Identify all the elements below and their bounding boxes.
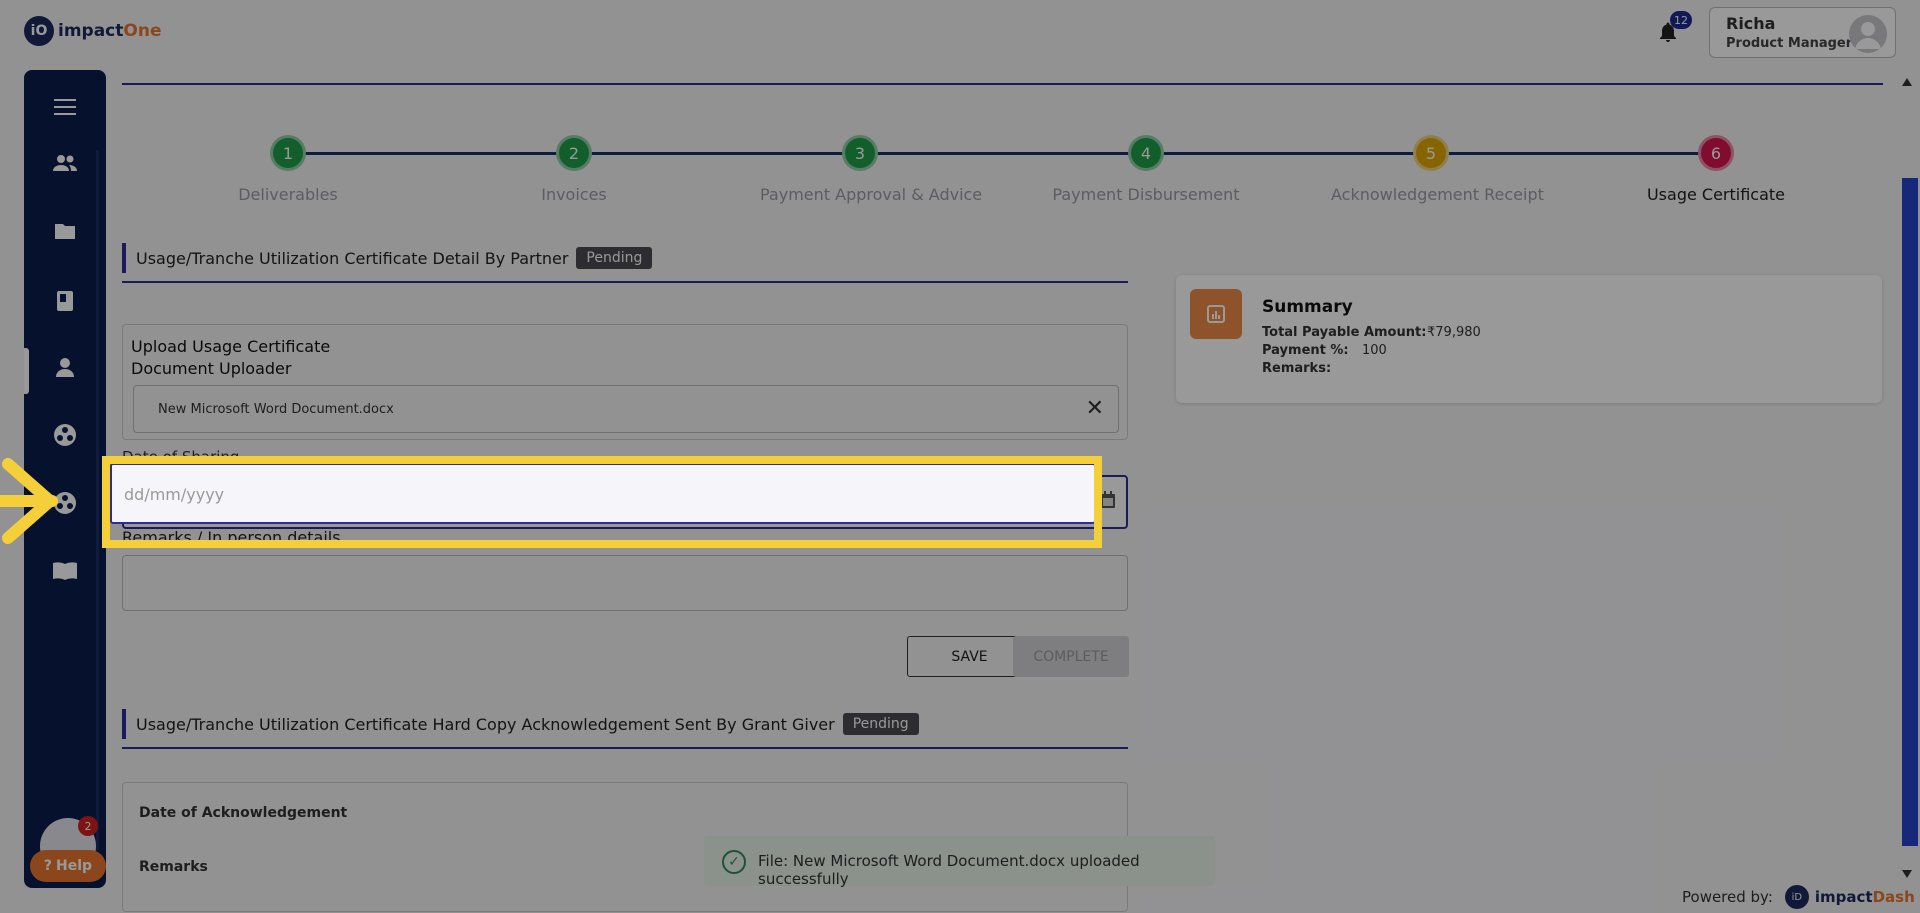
avatar (1849, 15, 1887, 53)
summary-title: Summary (1262, 297, 1353, 317)
scroll-thumb[interactable] (1902, 178, 1918, 846)
uploader-label: Document Uploader (131, 359, 292, 378)
step-label: Payment Disbursement (1052, 185, 1240, 204)
person-icon[interactable] (50, 354, 80, 380)
step-6[interactable]: 6 Usage Certificate (1616, 135, 1816, 204)
check-icon: ✓ (722, 850, 746, 874)
sidebar-active-indicator (24, 348, 29, 394)
upload-panel: Upload Usage Certificate Document Upload… (122, 324, 1128, 440)
step-number: 1 (270, 135, 306, 171)
summary-total: Total Payable Amount:₹79,980 (1262, 325, 1481, 340)
step-number: 5 (1413, 135, 1449, 171)
step-label: Acknowledgement Receipt (1331, 185, 1544, 204)
sidebar-scrollbar[interactable] (96, 150, 99, 850)
step-number: 4 (1128, 135, 1164, 171)
hub-icon[interactable] (50, 422, 80, 448)
section-underline (122, 747, 1128, 749)
status-badge: Pending (576, 247, 653, 269)
book-icon[interactable] (50, 288, 80, 314)
step-4[interactable]: 4 Payment Disbursement (1046, 135, 1246, 204)
user-name: Richa (1726, 14, 1776, 33)
acknowledgement-remarks-label: Remarks (139, 859, 208, 875)
top-divider (122, 83, 1883, 85)
help-button[interactable]: ? Help (30, 850, 106, 882)
logo-text: impactOne (58, 21, 162, 41)
folder-icon[interactable] (50, 218, 80, 244)
impactdash-brand: impactDash (1814, 888, 1915, 906)
scroll-down-icon (1902, 870, 1912, 878)
summary-card: Summary Total Payable Amount:₹79,980 Pay… (1176, 275, 1882, 403)
notification-badge: 12 (1670, 11, 1692, 29)
manual-icon[interactable] (50, 558, 80, 584)
summary-remarks: Remarks: (1262, 361, 1332, 376)
step-number: 6 (1698, 135, 1734, 171)
section-title-partner: Usage/Tranche Utilization Certificate De… (122, 243, 653, 273)
app-logo[interactable]: iO impactOne (24, 16, 161, 46)
impactdash-logo-mark: iD (1784, 885, 1809, 909)
section-title-grant-giver: Usage/Tranche Utilization Certificate Ha… (122, 709, 919, 739)
menu-icon[interactable] (50, 94, 80, 120)
scroll-up-icon (1902, 78, 1912, 86)
calendar-icon[interactable] (1100, 491, 1116, 514)
status-badge: Pending (842, 713, 919, 735)
logo-mark: iO (24, 16, 54, 46)
step-label: Deliverables (238, 185, 338, 204)
upload-toast: ✓ File: New Microsoft Word Document.docx… (704, 836, 1215, 888)
step-2[interactable]: 2 Invoices (474, 135, 674, 204)
acknowledgement-date-label: Date of Acknowledgement (139, 805, 348, 821)
complete-button[interactable]: COMPLETE (1013, 636, 1129, 677)
document-uploader[interactable]: New Microsoft Word Document.docx ✕ (133, 385, 1119, 433)
user-menu[interactable]: Richa Product Manager (1709, 7, 1896, 58)
top-bar: iO impactOne 12 Richa Product Manager (0, 0, 1920, 64)
remarks-input[interactable] (122, 555, 1128, 611)
summary-payment: Payment %: 100 (1262, 343, 1387, 358)
tutorial-highlight-box (102, 456, 1102, 548)
chat-badge: 2 (78, 816, 98, 836)
step-label: Payment Approval & Advice (760, 185, 983, 204)
help-icon: ? (43, 858, 53, 874)
team-icon[interactable] (50, 150, 80, 176)
step-3[interactable]: 3 Payment Approval & Advice (760, 135, 983, 204)
arrow-icon (0, 458, 58, 544)
toast-message: File: New Microsoft Word Document.docx u… (758, 852, 1140, 888)
section-underline (122, 281, 1128, 283)
step-number: 3 (842, 135, 878, 171)
chart-icon (1190, 289, 1242, 339)
step-number: 2 (556, 135, 592, 171)
step-1[interactable]: 1 Deliverables (188, 135, 388, 204)
step-label: Invoices (541, 185, 607, 204)
step-label: Usage Certificate (1646, 185, 1786, 204)
powered-by: Powered by: iD impactDash (1682, 885, 1915, 909)
step-5[interactable]: 5 Acknowledgement Receipt (1331, 135, 1544, 204)
user-role: Product Manager (1726, 36, 1853, 51)
uploaded-file-name: New Microsoft Word Document.docx (158, 402, 394, 417)
close-icon[interactable]: ✕ (1086, 396, 1104, 421)
upload-heading: Upload Usage Certificate (131, 337, 331, 356)
